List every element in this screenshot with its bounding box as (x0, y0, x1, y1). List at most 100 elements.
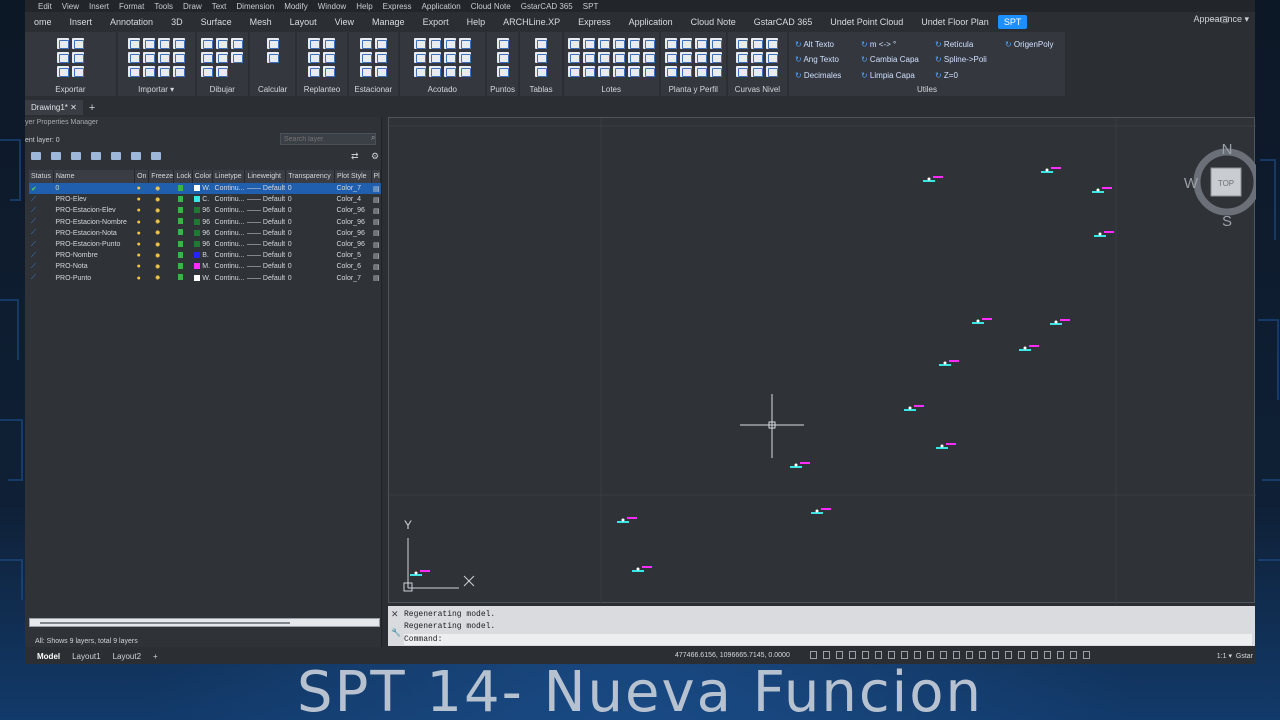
layer-name[interactable]: PRO-Estacion-Punto (53, 239, 134, 250)
layer-row[interactable]: ⟋ PRO-Estacion-Punto ● ✹ 96 Continu... —— De… (29, 239, 381, 250)
layer-lineweight[interactable]: —— Default (245, 194, 286, 205)
tool-icon[interactable] (127, 52, 140, 63)
tool-icon[interactable] (535, 38, 547, 49)
printer-icon[interactable]: ▤ (373, 197, 380, 204)
drawing-tab[interactable]: Drawing1* ✕ (25, 100, 83, 115)
layer-row[interactable]: ⟋ PRO-Estacion-Nota ● ✹ 96 Continu... —— Def… (29, 228, 381, 239)
printer-icon[interactable]: ▤ (373, 264, 380, 271)
layer-freeze[interactable]: ✹ (149, 273, 174, 284)
layer-color[interactable]: 96 (192, 217, 212, 228)
menu-item[interactable]: Application (417, 2, 466, 11)
unlock-icon[interactable] (177, 274, 183, 281)
unlock-icon[interactable] (177, 206, 183, 213)
new-tab-button[interactable]: + (83, 102, 101, 114)
on-bulb-icon[interactable]: ● (137, 219, 141, 226)
tool-icon[interactable] (597, 52, 610, 63)
tool-icon[interactable] (597, 38, 610, 49)
drafting-toggle-icon[interactable] (862, 651, 869, 659)
tool-icon[interactable] (664, 38, 677, 49)
layer-row[interactable]: ⟋ PRO-Estacion-Elev ● ✹ 96 Continu... —— Def… (29, 205, 381, 216)
tool-icon[interactable] (71, 66, 84, 77)
unlock-icon[interactable] (177, 218, 183, 225)
tool-icon[interactable] (597, 66, 610, 77)
tool-icon[interactable] (679, 38, 692, 49)
ribbon-tab[interactable]: Layout (281, 15, 326, 29)
utiles-button[interactable]: ↻ Limpia Capa (861, 69, 935, 83)
drafting-toggle-icon[interactable] (888, 651, 895, 659)
printer-icon[interactable]: ▤ (373, 230, 380, 237)
tool-icon[interactable] (694, 66, 707, 77)
layer-name[interactable]: PRO-Estacion-Nota (53, 228, 134, 239)
tool-icon[interactable] (535, 52, 547, 63)
layer-freeze[interactable]: ✹ (148, 183, 174, 195)
unlock-icon[interactable] (177, 240, 183, 247)
tool-icon[interactable] (751, 38, 764, 49)
thaw-sun-icon[interactable]: ✹ (155, 197, 161, 204)
tool-icon[interactable] (694, 52, 707, 63)
utiles-button[interactable]: ↻ Alt Texto (795, 38, 861, 52)
tool-icon[interactable] (308, 38, 321, 49)
layer-plot[interactable]: ▤ (371, 273, 381, 284)
menu-item[interactable]: Help (351, 2, 377, 11)
tool-icon[interactable] (157, 52, 170, 63)
tool-icon[interactable] (127, 66, 140, 77)
survey-point-marker[interactable] (972, 318, 992, 324)
model-space[interactable]: Y TOP N W S (389, 118, 1256, 604)
layer-states-icon[interactable] (71, 152, 81, 160)
column-header[interactable]: Pl (371, 170, 381, 183)
layer-transparency[interactable]: 0 (286, 194, 335, 205)
window-controls[interactable]: — ▢ (1209, 14, 1229, 25)
tool-icon[interactable] (496, 52, 509, 63)
layer-linetype[interactable]: Continu... (213, 194, 245, 205)
tool-icon[interactable] (56, 52, 69, 63)
tool-icon[interactable] (567, 38, 580, 49)
survey-point-marker[interactable] (923, 176, 943, 182)
layer-row[interactable]: ⟋ PRO-Nota ● ✹ M. Continu... —— Default 0 Colo… (29, 261, 381, 272)
tool-icon[interactable] (428, 52, 441, 63)
search-icon[interactable]: ⌕ (371, 133, 375, 143)
survey-point-marker[interactable] (939, 360, 959, 366)
tool-icon[interactable] (56, 66, 69, 77)
menu-item[interactable]: GstarCAD 365 (516, 2, 578, 11)
tool-icon[interactable] (443, 38, 456, 49)
tool-icon[interactable] (458, 66, 471, 77)
layer-on[interactable]: ● (135, 273, 149, 284)
column-header[interactable]: Lineweight (244, 170, 287, 183)
layer-row[interactable]: ✔ 0 ● ✹ W. Continu... —— Default 0 Color_7 ▤ (29, 183, 381, 195)
layer-freeze[interactable]: ✹ (149, 261, 174, 272)
compass-north[interactable]: N (1222, 141, 1233, 158)
menu-item[interactable]: Modify (279, 2, 313, 11)
layer-on[interactable]: ● (134, 183, 149, 195)
drafting-toggle-icon[interactable] (1057, 651, 1064, 659)
layer-on[interactable]: ● (135, 250, 149, 261)
layer-lock[interactable] (174, 261, 192, 272)
tool-icon[interactable] (458, 38, 471, 49)
drafting-toggle-icon[interactable] (1031, 651, 1038, 659)
tool-icon[interactable] (736, 66, 749, 77)
layer-color[interactable]: 96 (192, 239, 212, 250)
layer-freeze[interactable]: ✹ (149, 250, 174, 261)
layer-color[interactable]: W. (192, 273, 212, 284)
layer-color[interactable]: B. (192, 250, 212, 261)
layer-transparency[interactable]: 0 (286, 217, 335, 228)
survey-point-marker[interactable] (1094, 231, 1114, 237)
customize-icon[interactable]: 🔧 (391, 628, 401, 638)
tool-icon[interactable] (216, 38, 229, 49)
column-header[interactable]: Freeze (148, 170, 175, 183)
drafting-toggle-icon[interactable] (953, 651, 960, 659)
on-bulb-icon[interactable]: ● (137, 241, 141, 248)
layer-plot[interactable]: ▤ (371, 183, 381, 195)
new-vp-frozen-layer-icon[interactable] (111, 152, 121, 160)
layer-lineweight[interactable]: —— Default (245, 205, 286, 216)
utiles-button[interactable]: ↻ OrigenPoly (1005, 38, 1067, 52)
menu-item[interactable]: SPT (578, 2, 604, 11)
drafting-toggle-icon[interactable] (875, 651, 882, 659)
layer-freeze[interactable]: ✹ (149, 217, 174, 228)
tool-icon[interactable] (216, 52, 229, 63)
command-input[interactable]: Command: (404, 634, 1252, 645)
tool-icon[interactable] (266, 52, 279, 63)
on-bulb-icon[interactable]: ● (137, 207, 141, 214)
search-layer-input[interactable] (280, 133, 376, 145)
scroll-thumb[interactable] (40, 622, 290, 624)
layer-lineweight[interactable]: —— Default (245, 239, 286, 250)
